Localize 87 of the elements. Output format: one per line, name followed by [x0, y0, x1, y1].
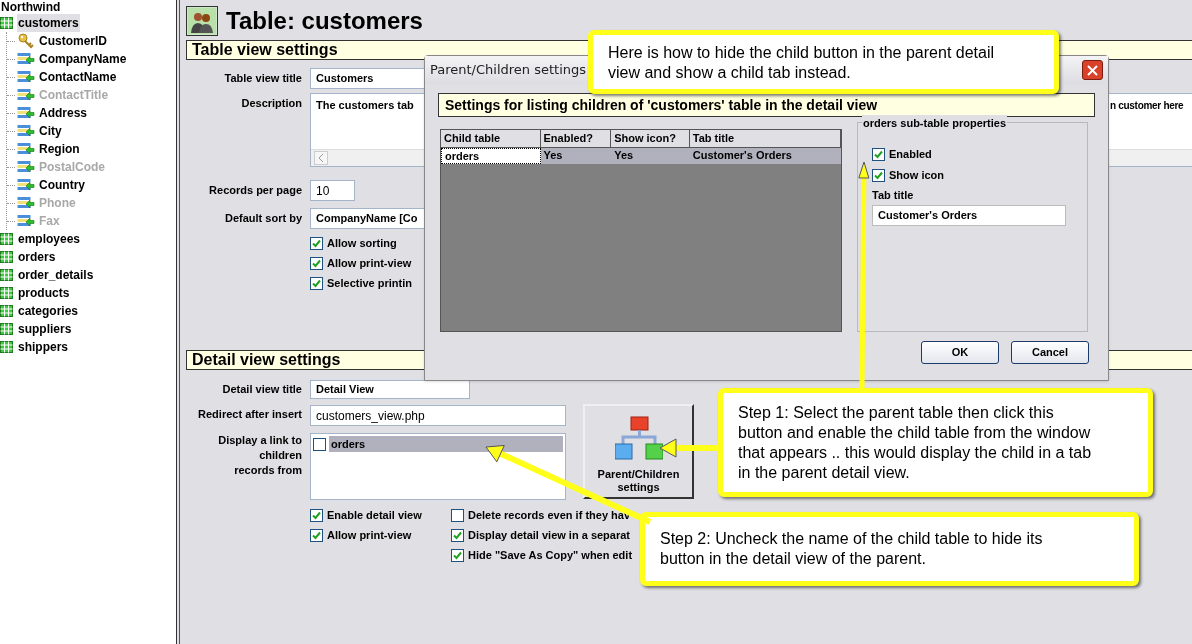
tree-item[interactable]: Country [39, 176, 85, 194]
field-icon [17, 52, 35, 66]
field-icon [17, 88, 35, 102]
field-icon [17, 160, 35, 174]
checkbox[interactable] [310, 236, 323, 250]
checkbox-label: Allow print-view [327, 527, 412, 543]
tree-item[interactable]: orders [17, 248, 57, 266]
tree-item[interactable]: employees [17, 230, 82, 248]
field-icon [17, 178, 35, 192]
field-text: The customers tab [316, 98, 414, 113]
tree-root[interactable]: Northwind [0, 0, 176, 14]
close-icon [1087, 64, 1098, 76]
field-label: Default sort by [224, 211, 302, 226]
checkbox-label: Show icon [889, 168, 944, 184]
checkbox[interactable] [310, 508, 323, 522]
checkbox[interactable] [310, 276, 323, 290]
checkbox-label: Enable detail view [327, 507, 422, 523]
column-header[interactable]: Tab title [689, 130, 841, 148]
checkbox-label: Allow sorting [327, 235, 397, 251]
list-box[interactable]: orders [310, 433, 566, 500]
page-title: Table: customers [226, 7, 423, 35]
tree-item[interactable]: CustomerID [39, 32, 107, 50]
people-icon [186, 6, 218, 36]
tree-item[interactable]: ContactName [39, 68, 117, 86]
table-cell: Yes [540, 148, 612, 164]
callout: Here is how to hide the child button in the parent detail view and show a child tab instead. [588, 30, 1059, 94]
input-field[interactable]: Detail View [310, 380, 470, 399]
parent-children-button[interactable]: Parent/Children settings [583, 404, 694, 499]
tree-item[interactable]: CompanyName [39, 50, 127, 68]
field-label: Records per page [208, 183, 302, 198]
tree-item[interactable]: customers [17, 14, 80, 32]
tree-item[interactable]: order_details [17, 266, 95, 284]
group-title: orders sub-table properties [862, 115, 1008, 132]
field-label: Description [240, 96, 302, 111]
checkbox[interactable] [310, 528, 323, 542]
tree-item[interactable]: shippers [17, 338, 69, 356]
checkbox[interactable] [451, 548, 464, 562]
field-icon [17, 70, 35, 84]
field-icon [17, 106, 35, 120]
field-label: Detail view title [221, 382, 302, 397]
checkbox-label: Selective printin [327, 275, 412, 291]
checkbox[interactable] [451, 528, 464, 542]
arrow [659, 438, 720, 458]
tree-item[interactable]: products [17, 284, 71, 302]
tree-item[interactable]: suppliers [17, 320, 73, 338]
tree-item[interactable]: categories [17, 302, 80, 320]
checkbox-label: Hide "Save As Copy" when edit [468, 547, 633, 563]
close-button[interactable] [1082, 60, 1103, 80]
table-cell: orders [441, 148, 541, 164]
field-label: Table view title [223, 71, 302, 86]
dialog-button[interactable]: Cancel [1011, 341, 1089, 364]
dialog-title: Parent/Children settings [430, 61, 587, 80]
field-icon [17, 196, 35, 210]
field-text: n customer here [1110, 99, 1184, 113]
checkbox[interactable] [451, 508, 464, 522]
field-icon [17, 142, 35, 156]
callout: Step 1: Select the parent table then click this button and enable the child table from the window that appears .. this would display the child in a tab in the parent detail view. [718, 388, 1153, 497]
input-field[interactable]: customers_view.php [310, 405, 566, 426]
tree-item[interactable]: City [39, 122, 62, 140]
checkbox-label: Enabled [889, 147, 932, 163]
scroll-left-icon[interactable] [314, 151, 328, 165]
list-item[interactable]: orders [329, 436, 563, 452]
checkbox-label: Allow print-view [327, 255, 412, 271]
checkbox[interactable] [872, 169, 885, 182]
column-header[interactable]: Child table [441, 130, 541, 148]
checkbox[interactable] [872, 148, 885, 161]
field-label: Display a link to children records from [218, 433, 302, 478]
field-icon [17, 124, 35, 138]
column-header[interactable]: Show icon? [611, 130, 690, 148]
tree-item[interactable]: Address [39, 104, 88, 122]
checkbox[interactable] [310, 256, 323, 270]
field-label: Redirect after insert [197, 407, 302, 422]
column-header[interactable]: Enabled? [540, 130, 612, 148]
dialog-heading: Settings for listing children of 'customers' table in the detail view [438, 93, 1095, 117]
table-cell: Customer's Orders [689, 148, 841, 164]
tree-item[interactable]: Region [39, 140, 80, 158]
input-field[interactable]: 10 [310, 180, 355, 201]
table-cell: Yes [611, 148, 690, 164]
field-label: Tab title [872, 188, 915, 203]
field-icon [17, 214, 35, 228]
key-icon [17, 33, 35, 49]
callout: Step 2: Uncheck the name of the child table to hide its button in the detail view of the parent. [640, 512, 1139, 586]
hierarchy-icon [614, 416, 663, 462]
dialog-button[interactable]: OK [921, 341, 999, 364]
checkbox-label: Display detail view in a separat [468, 527, 630, 543]
input-field[interactable]: Customer's Orders [872, 204, 1066, 226]
checkbox[interactable] [313, 437, 326, 451]
